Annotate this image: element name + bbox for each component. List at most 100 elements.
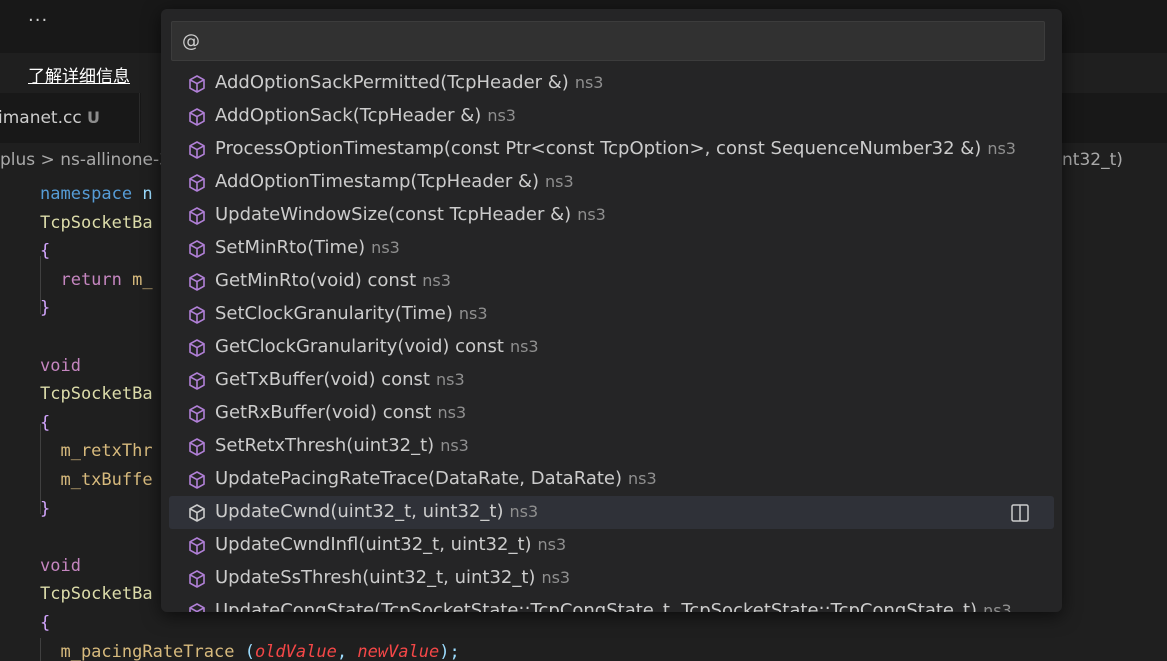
symbol-container: ns3 (541, 568, 571, 587)
symbol-container: ns3 (574, 73, 604, 92)
indent-guide (40, 424, 41, 514)
symbol-label: SetMinRto(Time) ns3 (215, 237, 400, 258)
symbol-method-icon (187, 371, 207, 391)
code-token: TcpSocketBa (40, 584, 153, 605)
symbol-list-item[interactable]: GetClockGranularity(void) const ns3 (169, 331, 1054, 364)
symbol-label: UpdateCwnd(uint32_t, uint32_t) ns3 (215, 501, 538, 522)
symbol-label: AddOptionTimestamp(TcpHeader &) ns3 (215, 171, 574, 192)
symbol-list-item[interactable]: UpdateCwnd(uint32_t, uint32_t) ns3 (169, 496, 1054, 529)
learn-more-link[interactable]: 了解详细信息 (28, 62, 130, 87)
symbol-label: UpdateWindowSize(const TcpHeader &) ns3 (215, 204, 606, 225)
code-line: m_pacingRateTrace (oldValue, newValue); (40, 641, 460, 661)
code-token: m_retxThr (40, 441, 153, 462)
code-line: namespace n (40, 184, 153, 204)
symbol-list-item[interactable]: SetClockGranularity(Time) ns3 (169, 298, 1054, 331)
symbol-list-item[interactable]: UpdateCwndInfl(uint32_t, uint32_t) ns3 (169, 529, 1054, 562)
symbol-method-icon (187, 239, 207, 259)
code-line: TcpSocketBa (40, 213, 153, 233)
code-line: TcpSocketBa (40, 384, 153, 404)
code-line: { (40, 413, 50, 433)
symbol-label: ProcessOptionTimestamp(const Ptr<const T… (215, 138, 1016, 159)
symbol-name: AddOptionTimestamp(TcpHeader &) (215, 171, 539, 192)
code-token: oldValue (254, 641, 337, 661)
symbol-method-icon (187, 107, 207, 127)
symbol-method-icon (187, 503, 207, 523)
symbol-container: ns3 (537, 535, 567, 554)
symbol-label: GetClockGranularity(void) const ns3 (215, 336, 539, 357)
symbol-name: AddOptionSack(TcpHeader &) (215, 105, 482, 126)
symbol-name: SetClockGranularity(Time) (215, 303, 453, 324)
code-line: TcpSocketBa (40, 584, 153, 604)
code-token: } (40, 498, 51, 519)
symbol-name: UpdateCwndInfl(uint32_t, uint32_t) (215, 534, 532, 555)
code-token: m_ (121, 269, 153, 290)
symbol-container: ns3 (987, 139, 1016, 158)
symbol-method-icon (187, 140, 207, 160)
symbol-method-icon (187, 536, 207, 556)
symbol-label: UpdateCongState(TcpSocketState::TcpCongS… (215, 600, 1012, 612)
symbol-label: AddOptionSack(TcpHeader &) ns3 (215, 105, 516, 126)
symbol-container: ns3 (509, 502, 539, 521)
symbol-list[interactable]: AddOptionSackPermitted(TcpHeader &) ns3 Ad… (161, 67, 1062, 612)
symbol-label: AddOptionSackPermitted(TcpHeader &) ns3 (215, 72, 603, 93)
symbol-method-icon (187, 272, 207, 292)
code-token: , (336, 641, 358, 661)
split-editor-icon[interactable] (1010, 503, 1030, 523)
symbol-list-item[interactable]: AddOptionTimestamp(TcpHeader &) ns3 (169, 166, 1054, 199)
symbol-name: UpdateWindowSize(const TcpHeader &) (215, 204, 572, 225)
symbol-list-item[interactable]: SetRetxThresh(uint32_t) ns3 (169, 430, 1054, 463)
symbol-list-item[interactable]: UpdateSsThresh(uint32_t, uint32_t) ns3 (169, 562, 1054, 595)
breadcrumb-tail[interactable]: nt32_t) (1062, 150, 1123, 170)
symbol-container: ns3 (577, 205, 606, 224)
symbol-label: SetRetxThresh(uint32_t) ns3 (215, 435, 469, 456)
symbol-container: ns3 (545, 172, 574, 191)
symbol-method-icon (187, 305, 207, 325)
code-token: ); (439, 641, 460, 661)
code-token: n (132, 184, 153, 204)
symbol-label: GetTxBuffer(void) const ns3 (215, 369, 465, 390)
symbol-list-item[interactable]: GetRxBuffer(void) const ns3 (169, 397, 1054, 430)
quick-open-input[interactable]: @ (171, 21, 1045, 61)
symbol-label: UpdateSsThresh(uint32_t, uint32_t) ns3 (215, 567, 570, 588)
symbol-method-icon (187, 404, 207, 424)
symbol-list-item[interactable]: AddOptionSack(TcpHeader &) ns3 (169, 100, 1054, 133)
symbol-label: UpdatePacingRateTrace(DataRate, DataRate… (215, 468, 657, 489)
symbol-list-item[interactable]: ProcessOptionTimestamp(const Ptr<const T… (169, 133, 1054, 166)
code-line: { (40, 241, 50, 261)
symbol-name: UpdatePacingRateTrace(DataRate, DataRate… (215, 468, 623, 489)
symbol-list-item[interactable]: GetMinRto(void) const ns3 (169, 265, 1054, 298)
symbol-method-icon (187, 470, 207, 490)
symbol-method-icon (187, 569, 207, 589)
symbol-container: ns3 (437, 403, 467, 422)
symbol-list-item[interactable]: GetTxBuffer(void) const ns3 (169, 364, 1054, 397)
code-token: TcpSocketBa (40, 384, 153, 405)
symbol-name: UpdateSsThresh(uint32_t, uint32_t) (215, 567, 536, 588)
tab-label: imanet.cc (0, 108, 82, 128)
indent-guide (40, 256, 41, 314)
code-line: { (40, 613, 50, 633)
symbol-list-item[interactable]: UpdateWindowSize(const TcpHeader &) ns3 (169, 199, 1054, 232)
more-actions-icon[interactable]: ··· (28, 10, 48, 31)
code-line: } (40, 298, 50, 318)
symbol-name: ProcessOptionTimestamp(const Ptr<const T… (215, 138, 982, 159)
code-token: void (40, 555, 81, 576)
symbol-list-item[interactable]: SetMinRto(Time) ns3 (169, 232, 1054, 265)
symbol-name: SetRetxThresh(uint32_t) (215, 435, 435, 456)
code-line: return m_ (40, 269, 153, 290)
symbol-list-item[interactable]: AddOptionSackPermitted(TcpHeader &) ns3 (169, 67, 1054, 100)
symbol-list-item[interactable]: UpdateCongState(TcpSocketState::TcpCongS… (169, 595, 1054, 612)
code-token: m_txBuffe (40, 470, 153, 490)
indent-guide (40, 638, 41, 661)
breadcrumb[interactable]: plus > ns-allinone-3 (0, 150, 170, 170)
code-token: { (40, 613, 51, 633)
symbol-list-item[interactable]: UpdatePacingRateTrace(DataRate, DataRate… (169, 463, 1054, 496)
symbol-name: SetMinRto(Time) (215, 237, 366, 258)
code-token: } (40, 298, 51, 319)
symbol-method-icon (187, 338, 207, 358)
symbol-name: UpdateCwnd(uint32_t, uint32_t) (215, 501, 504, 522)
code-token: m_pacingRateTrace (40, 641, 235, 661)
symbol-container: ns3 (422, 271, 451, 290)
symbol-label: UpdateCwndInfl(uint32_t, uint32_t) ns3 (215, 534, 566, 555)
symbol-name: GetRxBuffer(void) const (215, 402, 432, 423)
quick-open-input-value: @ (182, 31, 200, 52)
